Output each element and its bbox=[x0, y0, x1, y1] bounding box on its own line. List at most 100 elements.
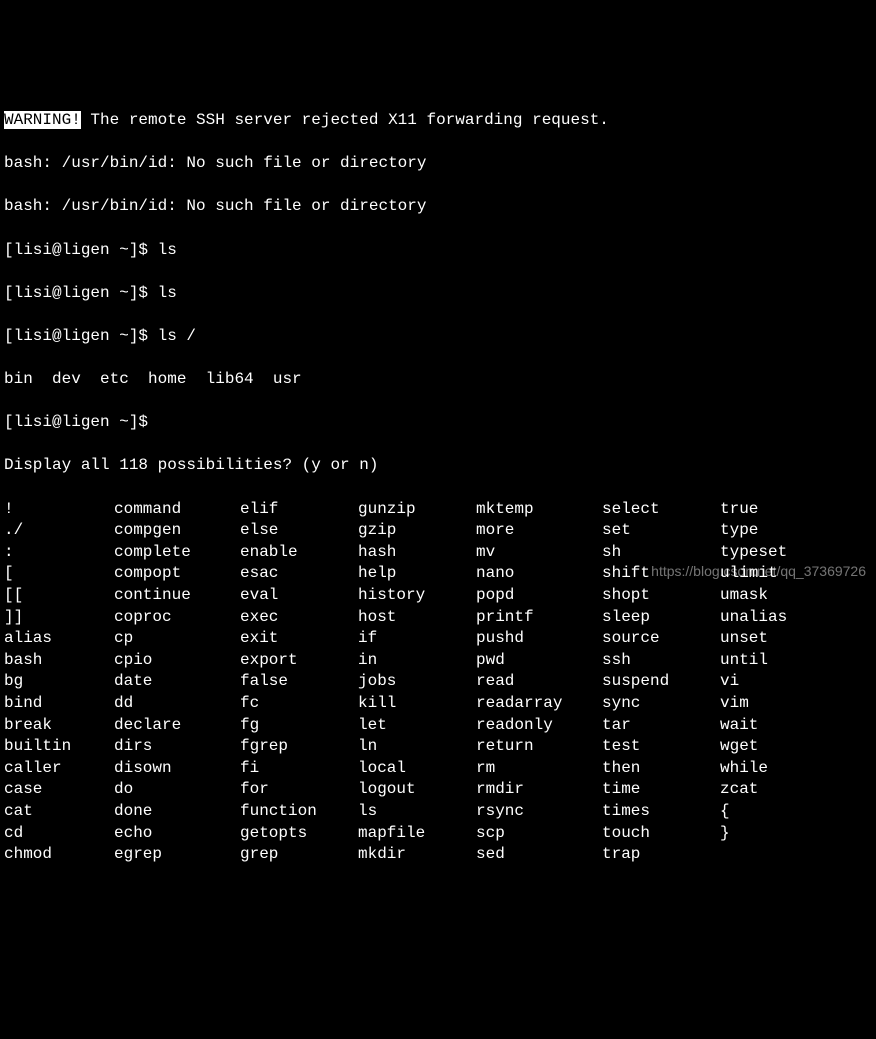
completion-item: fg bbox=[240, 715, 358, 737]
completion-item: false bbox=[240, 671, 358, 693]
completion-item: suspend bbox=[602, 671, 720, 693]
command-line: [lisi@ligen ~]$ ls / bbox=[4, 326, 872, 348]
command-text: ls bbox=[158, 241, 177, 259]
completion-item: true bbox=[720, 499, 758, 521]
completion-item: times bbox=[602, 801, 720, 823]
completion-item: logout bbox=[358, 779, 476, 801]
completion-item: nano bbox=[476, 563, 602, 585]
completion-row: ./compgenelsegzipmoresettype bbox=[4, 520, 872, 542]
command-text: ls / bbox=[158, 327, 196, 345]
completion-item: readonly bbox=[476, 715, 602, 737]
completion-item: sync bbox=[602, 693, 720, 715]
completion-item: vim bbox=[720, 693, 749, 715]
command-line: [lisi@ligen ~]$ ls bbox=[4, 240, 872, 262]
completion-item: declare bbox=[114, 715, 240, 737]
completion-item: type bbox=[720, 520, 758, 542]
completion-item: test bbox=[602, 736, 720, 758]
completion-item: wait bbox=[720, 715, 758, 737]
error-line: bash: /usr/bin/id: No such file or direc… bbox=[4, 153, 872, 175]
completion-item: complete bbox=[114, 542, 240, 564]
completion-item: pushd bbox=[476, 628, 602, 650]
completion-row: !commandelifgunzipmktempselecttrue bbox=[4, 499, 872, 521]
completion-item: while bbox=[720, 758, 768, 780]
completion-item: egrep bbox=[114, 844, 240, 866]
completion-item: dd bbox=[114, 693, 240, 715]
completion-row: callerdisownfilocalrmthenwhile bbox=[4, 758, 872, 780]
completion-item: in bbox=[358, 650, 476, 672]
completion-item: hash bbox=[358, 542, 476, 564]
completion-item: jobs bbox=[358, 671, 476, 693]
completion-row: casedoforlogoutrmdirtimezcat bbox=[4, 779, 872, 801]
completion-item: trap bbox=[602, 844, 720, 866]
completion-item: dirs bbox=[114, 736, 240, 758]
completion-item: command bbox=[114, 499, 240, 521]
completion-item: bash bbox=[4, 650, 114, 672]
completion-list: !commandelifgunzipmktempselecttrue ./com… bbox=[4, 499, 872, 866]
completion-item: : bbox=[4, 542, 114, 564]
completion-item: gunzip bbox=[358, 499, 476, 521]
ls-output: bin dev etc home lib64 usr bbox=[4, 369, 872, 391]
completion-item: eval bbox=[240, 585, 358, 607]
completion-item: } bbox=[720, 823, 730, 845]
warning-message: The remote SSH server rejected X11 forwa… bbox=[81, 111, 609, 129]
completion-item: fi bbox=[240, 758, 358, 780]
prompt: [lisi@ligen ~]$ bbox=[4, 327, 158, 345]
completion-row: aliascpexitifpushdsourceunset bbox=[4, 628, 872, 650]
completion-item: builtin bbox=[4, 736, 114, 758]
completion-item: elif bbox=[240, 499, 358, 521]
completion-item: date bbox=[114, 671, 240, 693]
completion-item: bg bbox=[4, 671, 114, 693]
completion-item: export bbox=[240, 650, 358, 672]
terminal-output[interactable]: WARNING! The remote SSH server rejected … bbox=[4, 88, 872, 887]
completion-item: mktemp bbox=[476, 499, 602, 521]
completion-item: source bbox=[602, 628, 720, 650]
completion-item: mkdir bbox=[358, 844, 476, 866]
completion-item: echo bbox=[114, 823, 240, 845]
completion-row: :completeenablehashmvshtypeset bbox=[4, 542, 872, 564]
prompt: [lisi@ligen ~]$ bbox=[4, 241, 158, 259]
completion-item: grep bbox=[240, 844, 358, 866]
completion-row: catdonefunctionlsrsynctimes{ bbox=[4, 801, 872, 823]
completion-item: ./ bbox=[4, 520, 114, 542]
completion-item: kill bbox=[358, 693, 476, 715]
completion-row: bindddfckillreadarraysyncvim bbox=[4, 693, 872, 715]
completion-item: ssh bbox=[602, 650, 720, 672]
completion-item: getopts bbox=[240, 823, 358, 845]
completion-row: builtindirsfgreplnreturntestwget bbox=[4, 736, 872, 758]
completion-item: typeset bbox=[720, 542, 787, 564]
completion-item: exec bbox=[240, 607, 358, 629]
completion-item: cat bbox=[4, 801, 114, 823]
completion-item: cpio bbox=[114, 650, 240, 672]
completion-item: mv bbox=[476, 542, 602, 564]
completion-item: sed bbox=[476, 844, 602, 866]
error-line: bash: /usr/bin/id: No such file or direc… bbox=[4, 196, 872, 218]
completion-item: umask bbox=[720, 585, 768, 607]
completion-item: time bbox=[602, 779, 720, 801]
completion-row: bashcpioexportinpwdsshuntil bbox=[4, 650, 872, 672]
completion-item: function bbox=[240, 801, 358, 823]
warning-label: WARNING! bbox=[4, 111, 81, 129]
completion-item: fc bbox=[240, 693, 358, 715]
completion-item: until bbox=[720, 650, 768, 672]
completion-item: then bbox=[602, 758, 720, 780]
completion-item: let bbox=[358, 715, 476, 737]
completion-item: cd bbox=[4, 823, 114, 845]
completion-item: read bbox=[476, 671, 602, 693]
completion-item: mapfile bbox=[358, 823, 476, 845]
completion-item: ! bbox=[4, 499, 114, 521]
completion-row: cdechogetoptsmapfilescptouch} bbox=[4, 823, 872, 845]
completion-item: else bbox=[240, 520, 358, 542]
completion-item: continue bbox=[114, 585, 240, 607]
completion-row: bgdatefalsejobsreadsuspendvi bbox=[4, 671, 872, 693]
completion-item: exit bbox=[240, 628, 358, 650]
completion-item: printf bbox=[476, 607, 602, 629]
completion-item: zcat bbox=[720, 779, 758, 801]
completion-item: sh bbox=[602, 542, 720, 564]
completion-item: shopt bbox=[602, 585, 720, 607]
watermark-text: https://blog.csdn.net/qq_37369726 bbox=[651, 562, 866, 581]
command-line[interactable]: [lisi@ligen ~]$ bbox=[4, 412, 872, 434]
completion-item: esac bbox=[240, 563, 358, 585]
prompt: [lisi@ligen ~]$ bbox=[4, 284, 158, 302]
completion-item: readarray bbox=[476, 693, 602, 715]
completion-item: chmod bbox=[4, 844, 114, 866]
